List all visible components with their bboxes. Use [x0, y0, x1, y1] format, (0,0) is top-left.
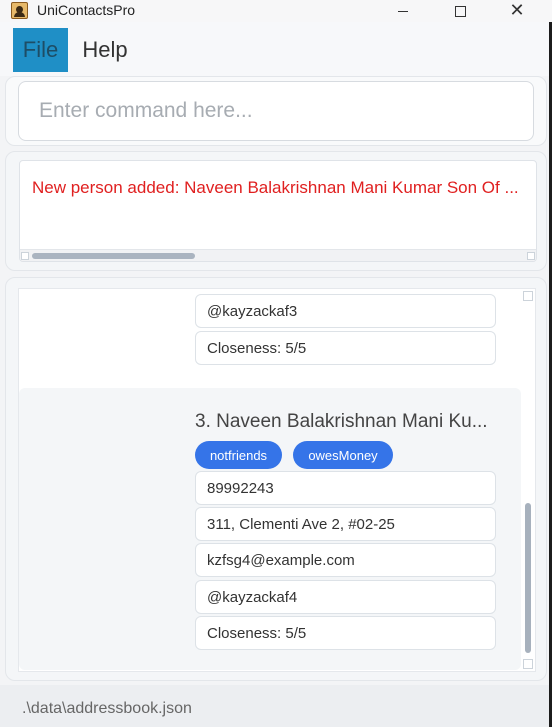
tag-badge: owesMoney [293, 441, 393, 469]
person-card[interactable]: 3. Naveen Balakrishnan Mani Ku... notfri… [19, 388, 521, 670]
phone-field: 89992243 [195, 471, 496, 505]
result-display-panel: New person added: Naveen Balakrishnan Ma… [5, 151, 547, 271]
scroll-down-arrow-icon[interactable] [523, 659, 533, 669]
result-message: New person added: Naveen Balakrishnan Ma… [32, 178, 519, 197]
command-box-panel [5, 76, 547, 146]
scroll-left-arrow-icon[interactable] [21, 252, 29, 260]
list-scroll-thumb[interactable] [525, 503, 531, 653]
person-list[interactable]: @kayzackaf3 Closeness: 5/5 3. Naveen Bal… [18, 288, 536, 672]
address-field: 311, Clementi Ave 2, #02-25 [195, 507, 496, 541]
app-contacts-icon [11, 2, 28, 19]
menu-bar: File Help [0, 22, 552, 76]
close-icon: ✕ [509, 0, 525, 21]
scroll-right-arrow-icon[interactable] [527, 252, 535, 260]
minimize-icon [398, 10, 408, 12]
tag-badge: notfriends [195, 441, 282, 469]
maximize-button[interactable] [437, 0, 483, 22]
menu-file[interactable]: File [13, 28, 68, 72]
close-button[interactable]: ✕ [494, 0, 540, 22]
closeness-field: Closeness: 5/5 [195, 616, 496, 650]
save-file-path: .\data\addressbook.json [22, 700, 192, 717]
command-input[interactable] [18, 81, 534, 141]
result-scroll-thumb[interactable] [32, 253, 195, 259]
telegram-field: @kayzackaf3 [195, 294, 496, 328]
person-list-panel: @kayzackaf3 Closeness: 5/5 3. Naveen Bal… [5, 277, 547, 681]
minimize-button[interactable] [380, 0, 426, 22]
result-horizontal-scrollbar[interactable] [20, 249, 536, 261]
telegram-field: @kayzackaf4 [195, 580, 496, 614]
result-display: New person added: Naveen Balakrishnan Ma… [19, 160, 537, 262]
closeness-field: Closeness: 5/5 [195, 331, 496, 365]
window-title: UniContactsPro [37, 2, 136, 18]
person-card[interactable]: @kayzackaf3 Closeness: 5/5 [19, 289, 521, 386]
list-vertical-scrollbar[interactable] [523, 291, 533, 669]
menu-help[interactable]: Help [72, 28, 138, 72]
title-bar: UniContactsPro ✕ [0, 0, 552, 22]
person-name: 3. Naveen Balakrishnan Mani Ku... [195, 411, 488, 432]
email-field: kzfsg4@example.com [195, 543, 496, 577]
maximize-icon [454, 5, 466, 17]
status-bar: .\data\addressbook.json [0, 685, 552, 727]
scroll-up-arrow-icon[interactable] [523, 291, 533, 301]
